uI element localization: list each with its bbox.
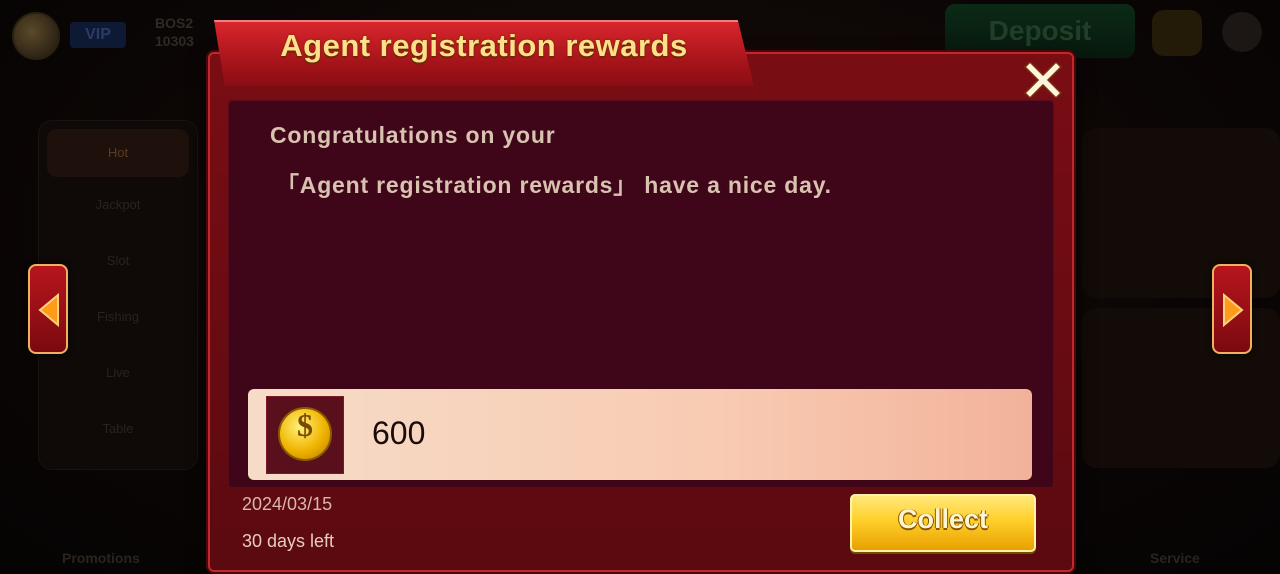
avatar	[12, 12, 60, 60]
collect-button-label[interactable]: Collect	[850, 504, 1036, 535]
reward-row	[248, 389, 1032, 480]
user-id: BOS2 10303	[155, 14, 194, 50]
gear-icon	[1222, 12, 1262, 52]
dialog-title: Agent registration rewards	[280, 28, 688, 63]
next-button[interactable]	[1212, 264, 1252, 354]
close-icon	[1023, 60, 1063, 100]
category-item: Table	[102, 421, 134, 436]
game-lobby-screen: VIP BOS2 10303 Deposit Hot Jackpot Slot …	[0, 0, 1280, 574]
close-button[interactable]	[1023, 60, 1063, 100]
category-item: Jackpot	[95, 197, 141, 212]
user-id-line1: BOS2	[155, 15, 194, 31]
prev-button[interactable]	[28, 264, 68, 354]
service-label: Service	[1150, 550, 1200, 566]
message-line-1: Congratulations on your	[270, 122, 556, 148]
promotions-label: Promotions	[62, 550, 140, 566]
reward-date: 2024/03/15	[242, 494, 333, 514]
arrow-right-icon	[1223, 293, 1244, 327]
reward-amount: 600	[372, 415, 426, 451]
coin-symbol: $	[297, 407, 313, 443]
arrow-left-icon	[38, 293, 59, 327]
bag-icon	[1152, 10, 1202, 56]
deposit-button: Deposit	[945, 4, 1135, 58]
vip-badge: VIP	[70, 22, 126, 48]
user-id-line2: 10303	[155, 33, 194, 49]
category-item: Hot	[47, 129, 189, 177]
days-left: 30 days left	[242, 531, 335, 551]
message-line-2: 「Agent registration rewards」 have a nice…	[276, 172, 832, 198]
